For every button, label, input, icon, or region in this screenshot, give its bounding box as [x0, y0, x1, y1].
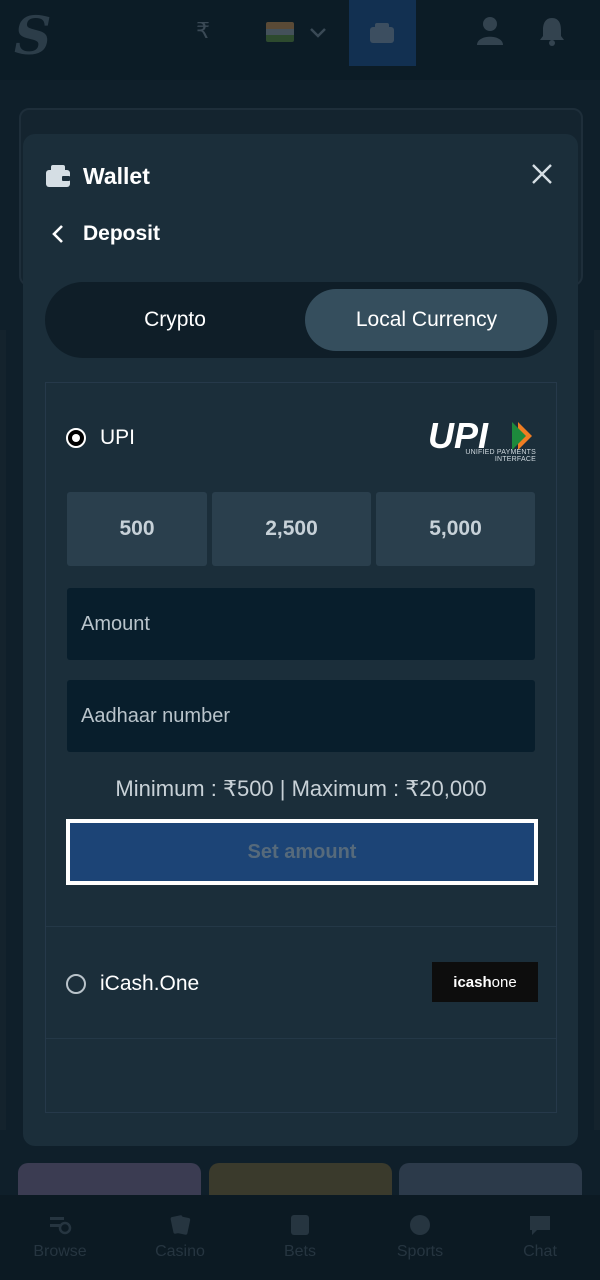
upi-radio[interactable]: [66, 428, 86, 448]
payment-methods: UPI UPI UNIFIED PAYMENTS INTERFACE 500 2…: [45, 382, 557, 1113]
upi-label: UPI: [100, 426, 136, 449]
nav-casino[interactable]: Casino: [125, 1195, 235, 1280]
quick-amount-500[interactable]: 500: [67, 492, 207, 566]
flag-icon[interactable]: [266, 22, 294, 42]
modal-title: Wallet: [83, 162, 150, 189]
site-logo[interactable]: S: [14, 6, 52, 67]
nav-browse[interactable]: Browse: [5, 1195, 115, 1280]
chat-icon: [530, 1216, 550, 1235]
close-icon[interactable]: [530, 162, 554, 186]
chevron-left-icon: [52, 225, 63, 243]
quick-amount-5000[interactable]: 5,000: [376, 492, 535, 566]
nav-chat[interactable]: Chat: [485, 1195, 595, 1280]
top-bar: S ₹: [0, 0, 600, 80]
chevron-down-icon[interactable]: [308, 22, 328, 42]
nav-bets[interactable]: Bets: [245, 1195, 355, 1280]
nav-bets-label: Bets: [283, 1243, 316, 1260]
bets-icon: [291, 1215, 309, 1235]
bell-icon[interactable]: [538, 16, 566, 46]
modal-header: Wallet: [45, 160, 150, 192]
icash-label: iCash.One: [100, 972, 200, 995]
nav-sports[interactable]: Sports: [365, 1195, 475, 1280]
nav-browse-label: Browse: [33, 1243, 87, 1260]
background-strip: [594, 330, 600, 1130]
set-amount-button[interactable]: Set amount: [66, 819, 538, 885]
background-strip: [0, 330, 6, 1130]
icash-option[interactable]: iCash.One: [66, 972, 199, 996]
wallet-icon: [46, 165, 70, 187]
currency-tabs: Crypto Local Currency: [45, 282, 557, 358]
nav-sports-label: Sports: [396, 1243, 444, 1260]
icash-logo-light: one: [491, 973, 517, 991]
sports-icon: [410, 1215, 430, 1235]
currency-button[interactable]: ₹: [196, 18, 210, 44]
aadhaar-input[interactable]: [67, 680, 535, 752]
back-button[interactable]: Deposit: [51, 222, 160, 246]
tab-local-currency[interactable]: Local Currency: [305, 289, 548, 351]
tab-crypto[interactable]: Crypto: [53, 289, 297, 351]
bottom-nav: Browse Casino Bets Sports Chat: [0, 1195, 600, 1280]
browse-icon: [50, 1217, 72, 1235]
icash-logo: icash one: [432, 962, 538, 1002]
divider: [46, 1038, 556, 1039]
deposit-label: Deposit: [83, 222, 161, 245]
divider: [46, 926, 556, 927]
deposit-limits: Minimum : ₹500 | Maximum : ₹20,000: [115, 776, 487, 801]
casino-icon: [170, 1215, 191, 1235]
upi-logo-subtext: UNIFIED PAYMENTS INTERFACE: [465, 449, 536, 463]
quick-amount-2500[interactable]: 2,500: [212, 492, 371, 566]
icash-radio[interactable]: [66, 974, 86, 994]
nav-chat-label: Chat: [523, 1243, 557, 1260]
amount-input[interactable]: [67, 588, 535, 660]
nav-casino-label: Casino: [155, 1243, 205, 1260]
upi-option[interactable]: UPI: [66, 426, 135, 450]
icash-logo-bold: icash: [453, 973, 492, 991]
wallet-icon: [370, 23, 394, 43]
wallet-button[interactable]: [349, 0, 416, 66]
user-icon[interactable]: [476, 16, 504, 46]
wallet-modal: Wallet Deposit Crypto Local Currency UPI…: [23, 134, 578, 1146]
